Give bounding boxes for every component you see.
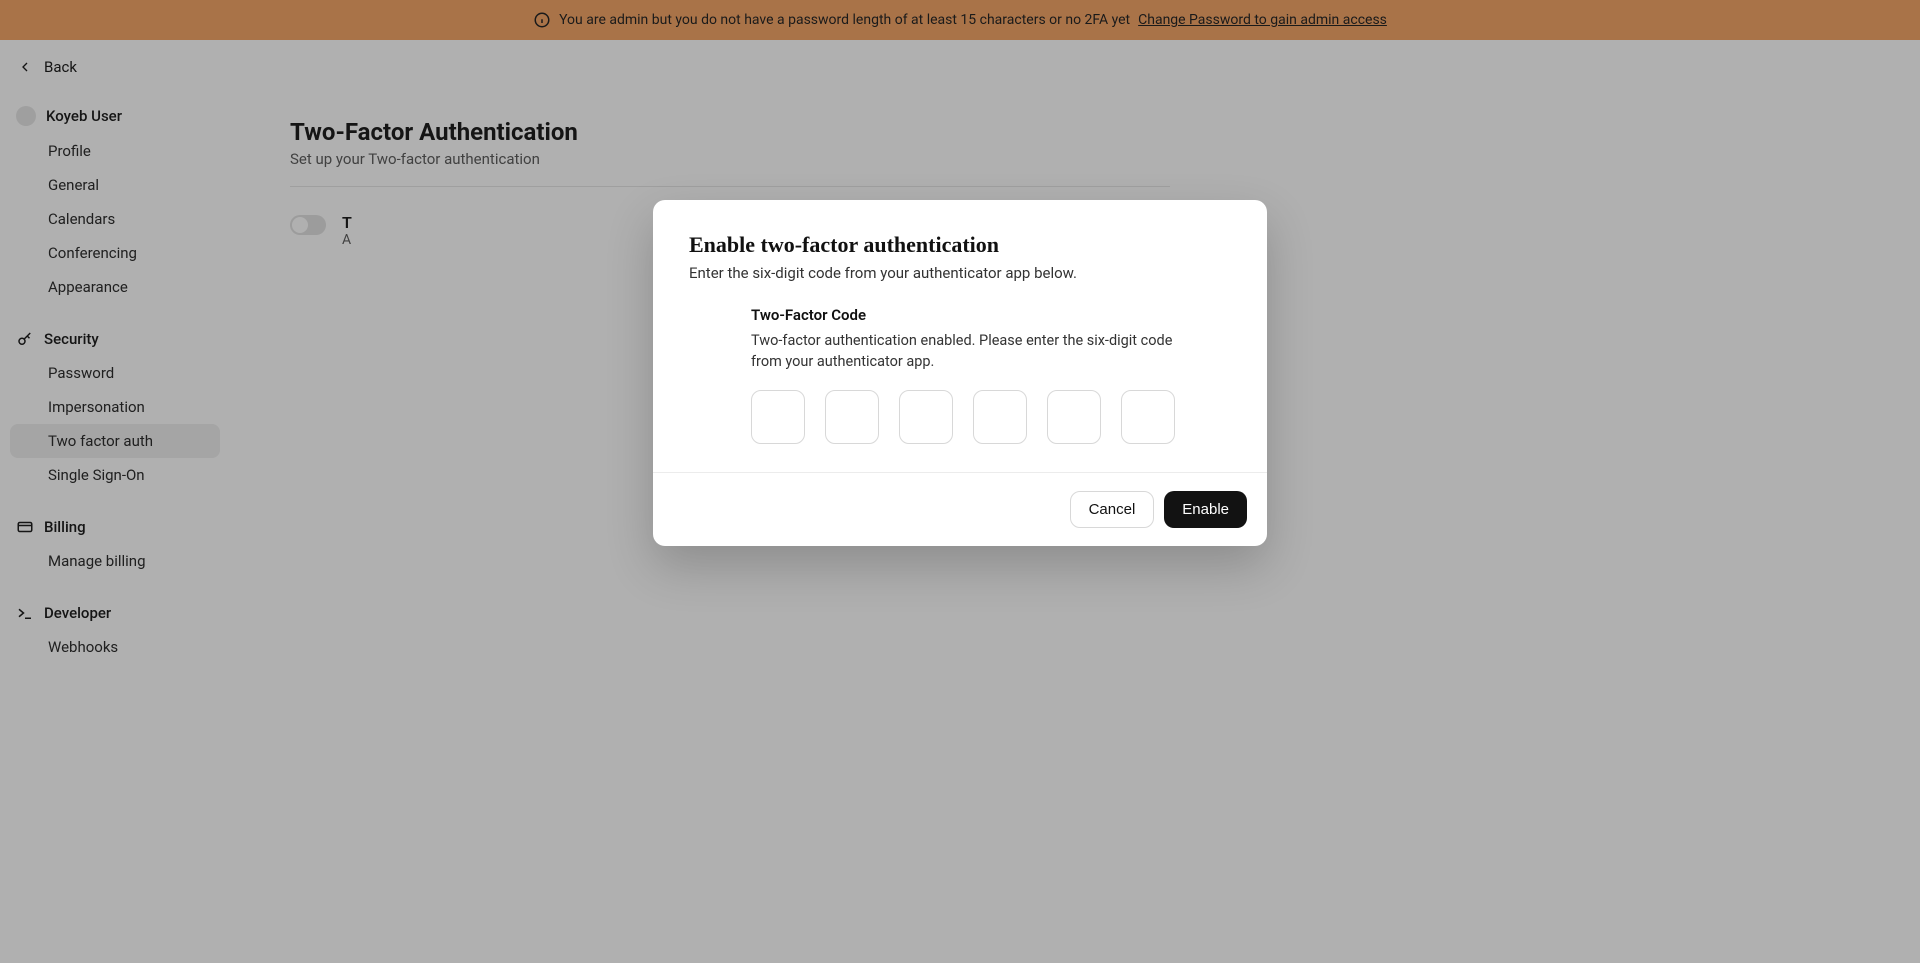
enable-button[interactable]: Enable bbox=[1164, 491, 1247, 528]
otp-digit-3[interactable] bbox=[899, 390, 953, 444]
otp-digit-5[interactable] bbox=[1047, 390, 1101, 444]
two-factor-code-description: Two-factor authentication enabled. Pleas… bbox=[751, 330, 1191, 372]
modal-subtitle: Enter the six-digit code from your authe… bbox=[689, 264, 1231, 282]
otp-digit-4[interactable] bbox=[973, 390, 1027, 444]
otp-digit-6[interactable] bbox=[1121, 390, 1175, 444]
cancel-button[interactable]: Cancel bbox=[1070, 491, 1155, 528]
otp-digit-2[interactable] bbox=[825, 390, 879, 444]
enable-2fa-modal: Enable two-factor authentication Enter t… bbox=[653, 200, 1267, 546]
two-factor-code-label: Two-Factor Code bbox=[751, 306, 1191, 324]
otp-digit-1[interactable] bbox=[751, 390, 805, 444]
otp-input-row bbox=[751, 390, 1191, 444]
modal-overlay[interactable]: Enable two-factor authentication Enter t… bbox=[0, 0, 1920, 963]
modal-title: Enable two-factor authentication bbox=[689, 232, 1231, 258]
